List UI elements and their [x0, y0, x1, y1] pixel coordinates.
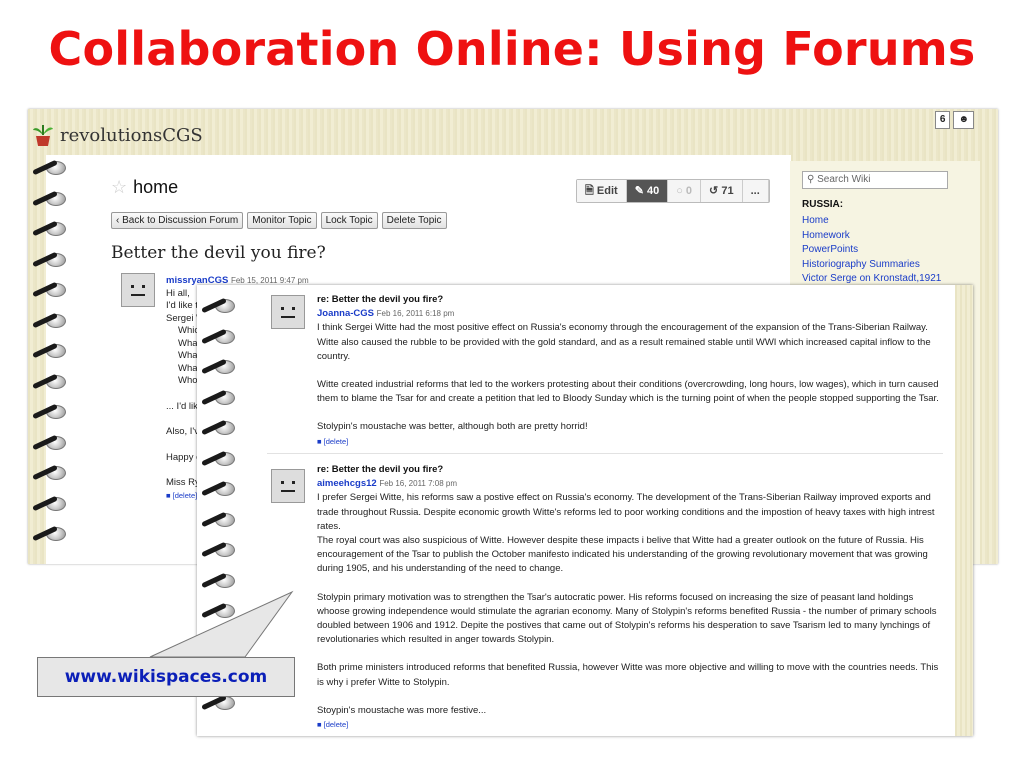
edit-button[interactable]: 🗎 Edit [577, 180, 627, 202]
reply-post-2: re: Better the devil you fire? aimeehcgs… [317, 463, 943, 732]
post-timestamp: Feb 15, 2011 9:47 pm [230, 276, 309, 285]
spiral-coil [32, 219, 66, 237]
edit-label: Edit [596, 185, 618, 197]
delete-label: [delete] [172, 490, 198, 500]
delete-label: [delete] [323, 720, 349, 730]
spiral-coil [32, 189, 66, 207]
reply-post-1: re: Better the devil you fire? Joanna-CG… [317, 293, 943, 449]
comments-button[interactable]: ○ 0 [668, 180, 702, 202]
spiral-coil [32, 372, 66, 390]
wiki-screenshot-front: re: Better the devil you fire? Joanna-CG… [197, 285, 973, 736]
spiral-coil [201, 479, 235, 497]
comments-count: 0 [685, 185, 693, 197]
back-to-forum-button[interactable]: ‹ Back to Discussion Forum [111, 212, 244, 229]
reply-timestamp: Feb 16, 2011 6:18 pm [376, 309, 455, 319]
spiral-coil [32, 524, 66, 542]
spiral-coil [201, 632, 235, 650]
spiral-coil [32, 463, 66, 481]
spiral-coil [201, 510, 235, 528]
reply-paragraph: Stoypin's moustache was more festive... [317, 704, 487, 716]
site-name[interactable]: revolutionsCGS [60, 125, 203, 146]
slide-title: Collaboration Online: Using Forums [48, 22, 976, 76]
page-title-text: home [133, 177, 179, 197]
topic-buttons: ‹ Back to Discussion Forum Monitor Topic… [111, 212, 447, 229]
sidebar-link-home[interactable]: Home [802, 214, 941, 229]
reply-paragraph: Stolypin primary motivation was to stren… [317, 591, 937, 646]
wiki-header: revolutionsCGS 6 ☻ [28, 109, 998, 157]
sidebar-heading: RUSSIA: [802, 199, 844, 210]
counter-badge: 6 ☻ [934, 111, 974, 129]
sidebar-links: Home Homework PowerPoints Historiography… [802, 214, 941, 287]
spiral-coil [32, 402, 66, 420]
reply-timestamp: Feb 16, 2011 7:08 pm [379, 479, 458, 489]
reply-paragraph: I prefer Sergei Witte, his reforms saw a… [317, 492, 935, 532]
page-title: ☆ home [111, 177, 178, 198]
user-face-icon[interactable]: ☻ [953, 111, 974, 129]
search-wiki-input[interactable]: ⚲ Search Wiki [802, 171, 948, 189]
monitor-topic-button[interactable]: Monitor Topic [247, 212, 317, 229]
avatar [271, 295, 305, 329]
counter-value: 6 [934, 111, 951, 129]
reply-author[interactable]: aimeehcgs12 [317, 478, 377, 489]
spiral-coil [32, 311, 66, 329]
spiral-coil [201, 296, 235, 314]
star-icon[interactable]: ☆ [111, 177, 127, 197]
reply-paragraph: Witte created industrial reforms that le… [317, 379, 939, 405]
page-toolbar: 🗎 Edit ✎ 40 ○ 0 ↺ 71 ... [576, 179, 770, 203]
delete-link[interactable]: ■ [delete] [317, 718, 943, 732]
reply-subject: re: Better the devil you fire? [317, 464, 444, 475]
reply-subject: re: Better the devil you fire? [317, 294, 444, 305]
spiral-coil [32, 494, 66, 512]
spiral-coil [32, 433, 66, 451]
plant-logo-icon [33, 125, 53, 146]
delete-link[interactable]: ■ [delete] [317, 435, 943, 449]
sidebar-link-historiography[interactable]: Historiography Summaries [802, 258, 941, 273]
reply-paragraph: I think Sergei Witte had the most positi… [317, 322, 931, 362]
spiral-coil [201, 571, 235, 589]
callout-label: www.wikispaces.com [37, 657, 295, 697]
spiral-coil [201, 327, 235, 345]
spiral-coil [201, 540, 235, 558]
avatar [121, 273, 155, 307]
delete-topic-button[interactable]: Delete Topic [381, 212, 447, 229]
avatar [271, 469, 305, 503]
delete-label: [delete] [323, 436, 349, 446]
reply-paragraph: The royal court was also suspicious of W… [317, 535, 928, 575]
spiral-coil [32, 250, 66, 268]
spiral-coil [32, 158, 66, 176]
discussions-count: 40 [646, 185, 660, 197]
lock-topic-button[interactable]: Lock Topic [320, 212, 378, 229]
search-placeholder: Search Wiki [817, 174, 871, 185]
revisions-count: 71 [721, 185, 734, 197]
more-button[interactable]: ... [742, 180, 769, 202]
spiral-coil [201, 388, 235, 406]
spiral-coil [201, 418, 235, 436]
topic-title: Better the devil you fire? [111, 243, 326, 263]
page-edge [955, 285, 973, 736]
reply-paragraph: Stolypin's moustache was better, althoug… [317, 421, 588, 433]
spiral-coil [32, 280, 66, 298]
post-divider [267, 453, 943, 454]
spiral-binding [32, 158, 66, 562]
revisions-button[interactable]: ↺ 71 [701, 180, 743, 202]
discussions-button[interactable]: ✎ 40 [626, 180, 669, 202]
spiral-coil [201, 449, 235, 467]
reply-paragraph: Both prime ministers introduced reforms … [317, 662, 939, 688]
sidebar-link-powerpoints[interactable]: PowerPoints [802, 243, 941, 258]
search-icon: ⚲ [807, 174, 815, 185]
spiral-coil [201, 601, 235, 619]
sidebar-link-homework[interactable]: Homework [802, 229, 941, 244]
reply-author[interactable]: Joanna-CGS [317, 308, 374, 319]
spiral-coil [201, 357, 235, 375]
spiral-coil [32, 341, 66, 359]
